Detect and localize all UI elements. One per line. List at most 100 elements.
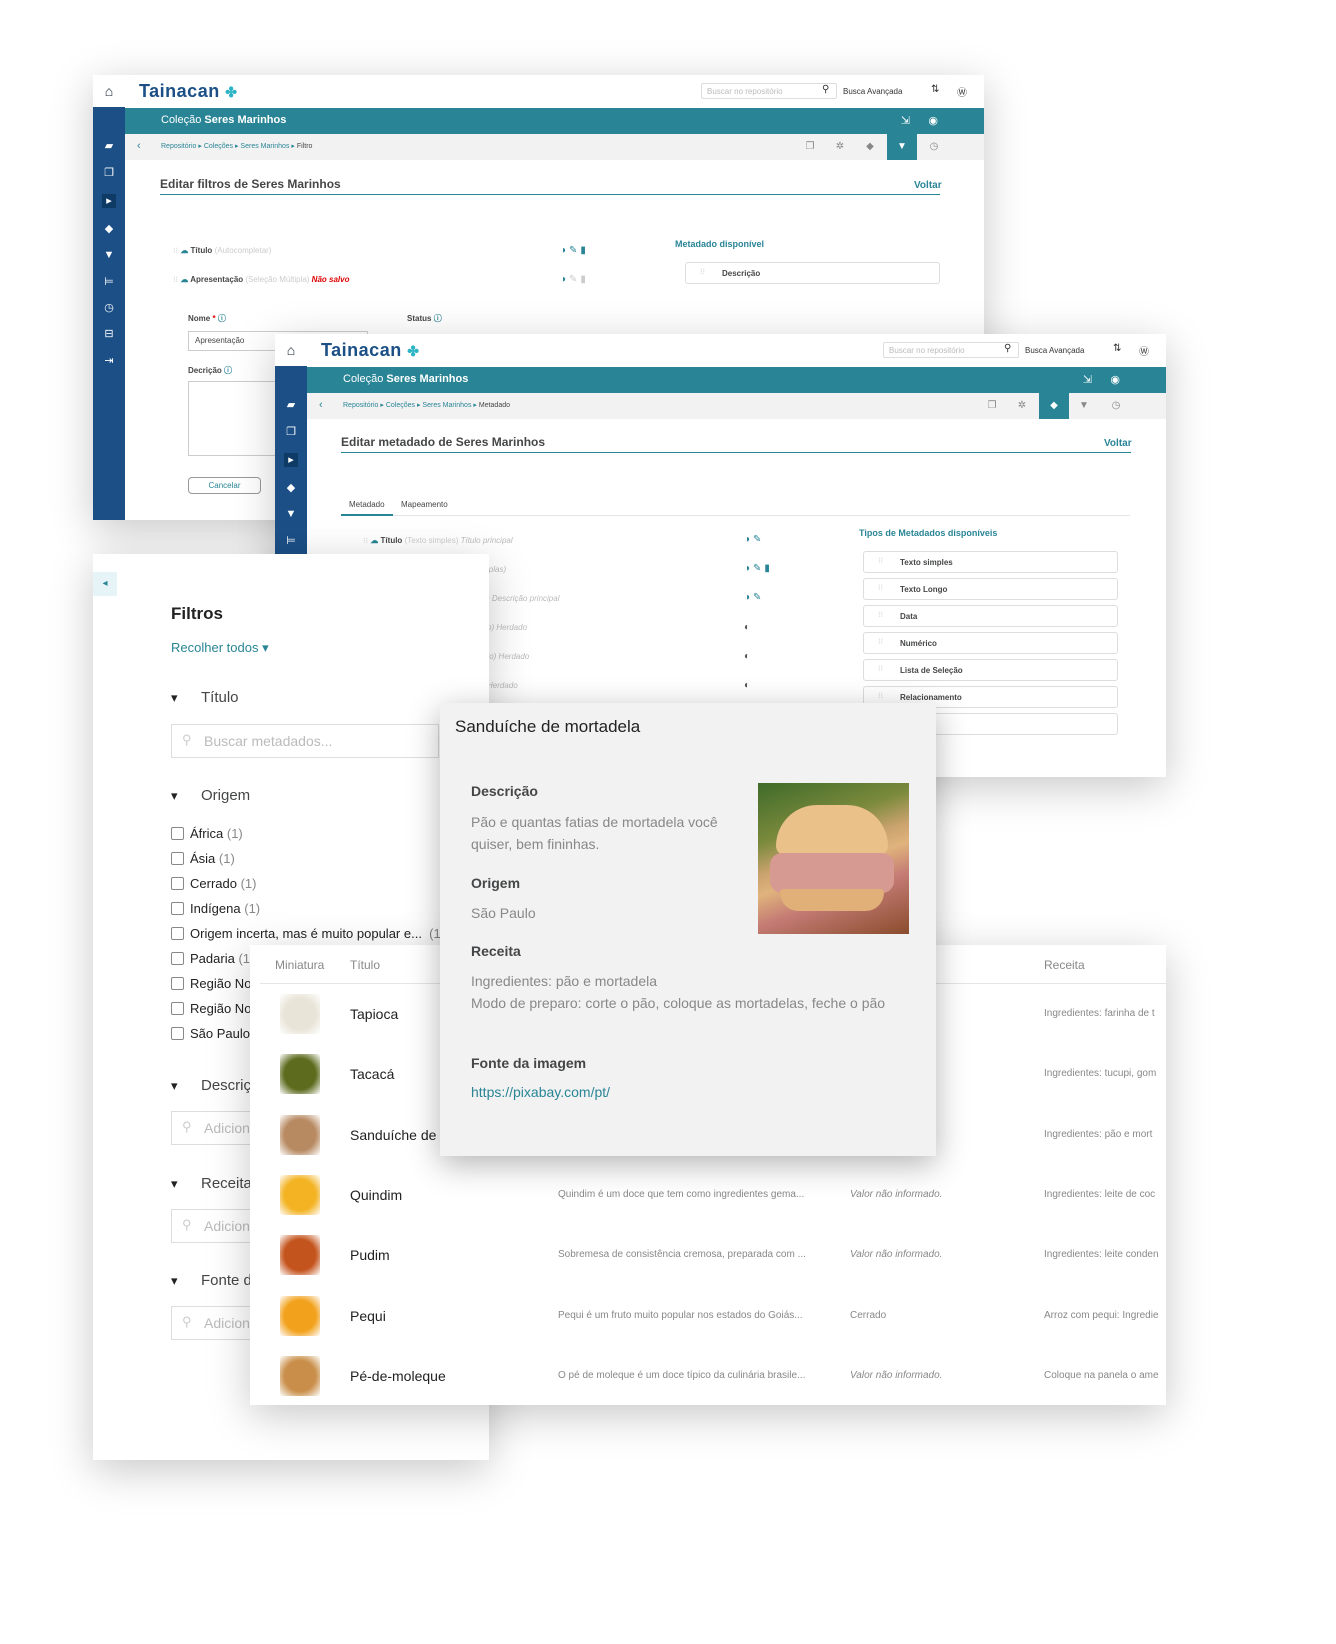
export-icon[interactable]: ⇥ [102, 354, 116, 368]
crumb-collections[interactable]: Coleções [386, 402, 415, 409]
item-title[interactable]: Pudim [350, 1247, 390, 1263]
metadata-search-input[interactable]: Buscar metadados... [171, 724, 439, 758]
wordpress-icon[interactable]: Ⓦ [1139, 343, 1149, 358]
filter-icon[interactable]: ▼ [102, 248, 116, 262]
back-icon[interactable]: ‹ [319, 399, 323, 411]
metadata-tab-icon[interactable]: ◆ [1039, 393, 1069, 419]
table-row[interactable]: Pudim Sobremesa de consistência cremosa, … [250, 1225, 1166, 1285]
crumb-repository[interactable]: Repositório [161, 143, 196, 150]
activities-tab-icon[interactable]: ◷ [919, 134, 949, 160]
metadata-type-card[interactable]: Lista de Seleção [863, 659, 1118, 681]
table-row[interactable]: Quindim Quindim é um doce que tem como in… [250, 1165, 1166, 1225]
item-title[interactable]: Tapioca [350, 1006, 398, 1022]
collapse-panel-button[interactable]: ◂ [93, 572, 117, 596]
items-icon[interactable]: ❐ [102, 166, 116, 180]
checkbox[interactable] [171, 1002, 184, 1015]
item-thumbnail[interactable] [280, 1114, 320, 1155]
filter-recipe-header[interactable]: Receita [171, 1175, 252, 1192]
item-title[interactable]: Pequi [350, 1308, 386, 1324]
metadata-type-card[interactable]: Numérico [863, 632, 1118, 654]
filter-description-header[interactable]: Descriç [171, 1077, 251, 1094]
row-actions[interactable]: ◑✎ [744, 592, 764, 603]
tainacan-logo[interactable]: Tainacan ✤ [139, 81, 237, 102]
metadata-row[interactable]: iplas) [487, 565, 506, 574]
home-icon[interactable]: ⌂ [93, 75, 125, 107]
exit-icon[interactable]: ⇲ [901, 114, 910, 127]
search-input[interactable]: Buscar no repositório [883, 342, 1019, 358]
filter-option[interactable]: São Paulo [171, 1026, 250, 1041]
toggle-icon[interactable]: ◐ [744, 651, 753, 662]
taxonomy-icon[interactable]: ⊨ [102, 275, 116, 289]
filter-row[interactable]: ⁝⁝ ☁ Apresentação (Seleção Múltipla) Não… [173, 275, 349, 284]
expand-icon[interactable]: ▸ [102, 194, 116, 208]
filter-option[interactable]: África (1) [171, 826, 243, 841]
crumb-collection[interactable]: Seres Marinhos [240, 143, 289, 150]
metadata-row[interactable]: Herdado [487, 681, 518, 690]
expand-icon[interactable]: ▸ [284, 453, 298, 467]
checkbox[interactable] [171, 827, 184, 840]
column-header-title[interactable]: Título [350, 958, 380, 972]
filters-tab-icon[interactable]: ▼ [887, 134, 917, 160]
row-actions[interactable]: ◑✎▮ [560, 245, 589, 256]
activities-tab-icon[interactable]: ◷ [1101, 393, 1131, 419]
tab-mapping[interactable]: Mapeamento [401, 500, 448, 509]
metadata-tab-icon[interactable]: ◆ [855, 134, 885, 160]
item-thumbnail[interactable] [280, 1235, 320, 1276]
checkbox[interactable] [171, 877, 184, 890]
metadata-type-card[interactable]: Data [863, 605, 1118, 627]
cancel-button[interactable]: Cancelar [188, 477, 261, 494]
checkbox[interactable] [171, 952, 184, 965]
filter-option[interactable]: Indígena (1) [171, 901, 260, 916]
advanced-search-link[interactable]: Busca Avançada [1025, 346, 1084, 355]
collections-icon[interactable]: ▰ [102, 139, 116, 153]
tags-icon[interactable]: ◆ [102, 222, 116, 236]
search-input[interactable]: Buscar no repositório [701, 83, 837, 99]
item-title[interactable]: Tacacá [350, 1066, 394, 1082]
help-icon[interactable]: ⓘ [224, 366, 232, 375]
tags-icon[interactable]: ◆ [284, 481, 298, 495]
checkbox[interactable] [171, 977, 184, 990]
source-link[interactable]: https://pixabay.com/pt/ [471, 1084, 610, 1100]
table-row[interactable]: Pé-de-moleque O pé de moleque é um doce t… [250, 1346, 1166, 1405]
wordpress-icon[interactable]: Ⓦ [957, 84, 967, 99]
crumb-collection[interactable]: Seres Marinhos [422, 402, 471, 409]
home-icon[interactable]: ⌂ [275, 334, 307, 366]
help-icon[interactable]: ⓘ [218, 314, 226, 323]
filter-origin-header[interactable]: Origem [171, 787, 250, 804]
collection-name[interactable]: Seres Marinhos [204, 114, 286, 126]
back-icon[interactable]: ‹ [137, 140, 141, 152]
item-thumbnail[interactable] [280, 1355, 320, 1396]
item-thumbnail[interactable] [280, 1054, 320, 1095]
filter-title-header[interactable]: Título [171, 689, 239, 706]
toggle-icon[interactable]: ◐ [744, 680, 753, 691]
back-link[interactable]: Voltar [1104, 438, 1132, 449]
filters-tab-icon[interactable]: ▼ [1069, 393, 1099, 419]
filter-option[interactable]: Origem incerta, mas é muito popular e...… [171, 926, 445, 941]
view-icon[interactable]: ◉ [928, 114, 938, 127]
row-actions[interactable]: ◑✎ [744, 534, 764, 545]
metadata-type-card[interactable]: Texto Longo [863, 578, 1118, 600]
item-title[interactable]: Pé-de-moleque [350, 1368, 446, 1384]
view-icon[interactable]: ◉ [1110, 373, 1120, 386]
items-tab-icon[interactable]: ❐ [977, 393, 1007, 419]
filter-option[interactable]: Padaria (1) [171, 951, 254, 966]
toggle-icon[interactable]: ◐ [744, 622, 753, 633]
column-header-recipe[interactable]: Receita [1044, 958, 1085, 972]
import-icon[interactable]: ⊟ [102, 327, 116, 341]
filter-source-header[interactable]: Fonte d [171, 1272, 252, 1289]
checkbox[interactable] [171, 927, 184, 940]
metadata-row[interactable]: o) Herdado [487, 623, 527, 632]
help-icon[interactable]: ⓘ [434, 314, 442, 323]
metadata-row[interactable]: ) Descrição principal [487, 594, 559, 603]
available-metadata-card[interactable]: Descrição [685, 262, 940, 284]
filter-row[interactable]: ⁝⁝ ☁ Título (Autocompletar) [173, 246, 271, 255]
filter-option[interactable]: Região Nor [171, 976, 256, 991]
item-title[interactable]: Sanduíche de m [350, 1127, 452, 1143]
row-actions[interactable]: ◑✎▮ [560, 274, 589, 285]
checkbox[interactable] [171, 852, 184, 865]
collection-name[interactable]: Seres Marinhos [386, 373, 468, 385]
activity-icon[interactable]: ◷ [102, 301, 116, 315]
settings-tab-icon[interactable]: ✲ [1007, 393, 1037, 419]
search-icon[interactable]: ⚲ [1004, 343, 1011, 354]
sort-icon[interactable]: ⇅ [1113, 343, 1121, 354]
